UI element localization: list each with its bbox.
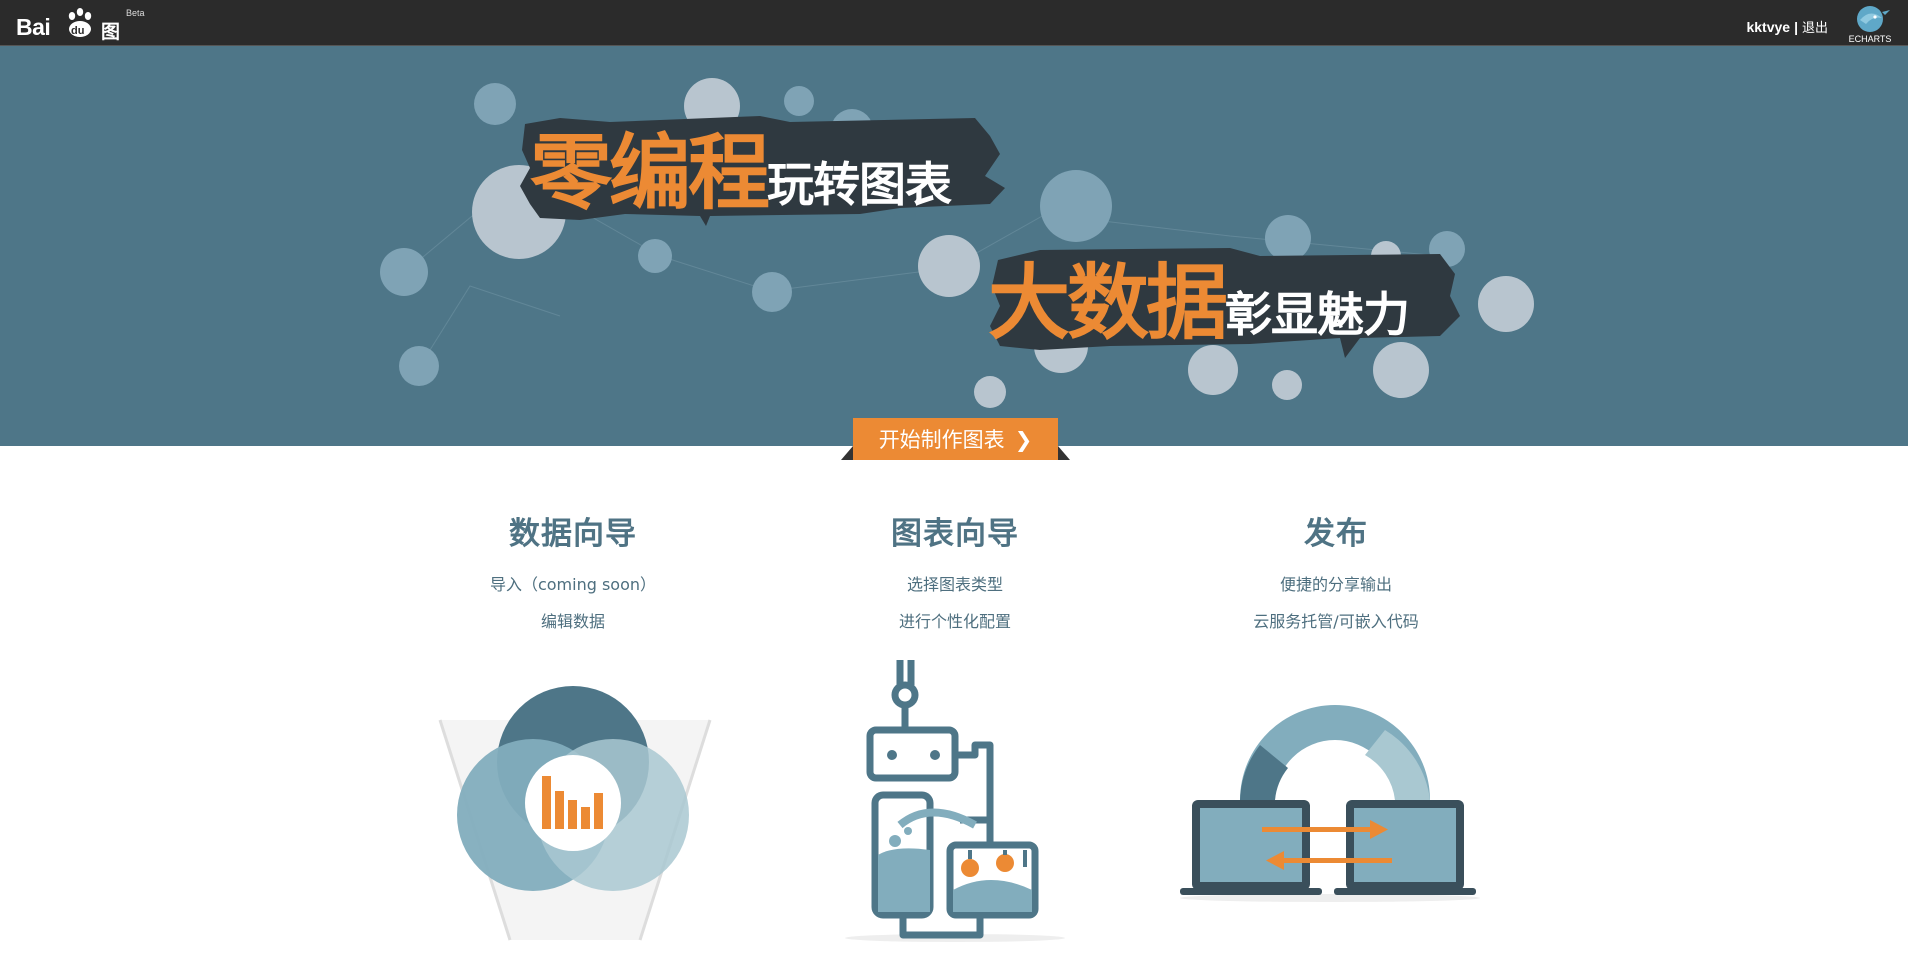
headline-2-highlight: 大数据 — [988, 256, 1228, 351]
logout-link[interactable]: 退出 — [1802, 20, 1828, 35]
logo-du-text: du — [71, 25, 85, 37]
echarts-label: ECHARTS — [1848, 34, 1892, 44]
feature-title[interactable]: 发布 — [1166, 508, 1506, 553]
cta-ribbon-fold-left — [841, 446, 853, 460]
headline-2-rest: 彰显魅力 — [1225, 288, 1410, 343]
top-nav-bar: Bai du 图说 Beta kktvye|退出 ECHARTS — [0, 0, 1908, 70]
chart-wizard-illustration — [845, 660, 1065, 942]
feature-title[interactable]: 图表向导 — [785, 508, 1125, 553]
feature-line: 导入（coming soon） — [489, 575, 657, 594]
feature-publish: 发布 便捷的分享输出 云服务托管/可嵌入代码 — [1166, 508, 1506, 632]
logo-text: Bai — [16, 14, 51, 40]
laptop-left-icon — [1180, 800, 1322, 895]
echarts-logo[interactable]: ECHARTS — [1842, 4, 1898, 44]
data-wizard-illustration — [438, 686, 712, 941]
feature-line: 云服务托管/可嵌入代码 — [1253, 612, 1419, 631]
cta-label: 开始制作图表 — [878, 428, 1005, 452]
echarts-bird-icon — [1857, 6, 1890, 32]
feature-line: 便捷的分享输出 — [1279, 575, 1392, 594]
user-separator: | — [1794, 19, 1798, 35]
laptop-right-icon — [1334, 800, 1476, 895]
feature-line: 进行个性化配置 — [898, 612, 1011, 631]
feature-title[interactable]: 数据向导 — [403, 508, 743, 553]
feature-line: 选择图表类型 — [906, 575, 1003, 594]
username: kktvye — [1746, 19, 1791, 35]
headline-1-highlight: 零编程 — [530, 126, 770, 221]
headline-line-1: 零编程玩转图表 — [530, 106, 952, 225]
feature-chart-wizard: 图表向导 选择图表类型 进行个性化配置 — [785, 508, 1125, 632]
headline-1-rest: 玩转图表 — [767, 158, 952, 213]
publish-illustration — [1180, 705, 1480, 902]
start-making-chart-button[interactable]: 开始制作图表 ❯ — [853, 418, 1058, 460]
beta-badge: Beta — [126, 8, 145, 18]
cta-ribbon-fold-right — [1058, 446, 1070, 460]
chevron-right-icon: ❯ — [1014, 428, 1033, 452]
feature-data-wizard: 数据向导 导入（coming soon） 编辑数据 — [403, 508, 743, 632]
hero-banner: 零编程玩转图表 大数据彰显魅力 — [0, 46, 1908, 446]
user-area: kktvye | 退出 — [1746, 17, 1828, 36]
feature-line: 编辑数据 — [540, 612, 605, 631]
headline-line-2: 大数据彰显魅力 — [988, 236, 1410, 355]
hero-decoration — [380, 78, 1534, 408]
